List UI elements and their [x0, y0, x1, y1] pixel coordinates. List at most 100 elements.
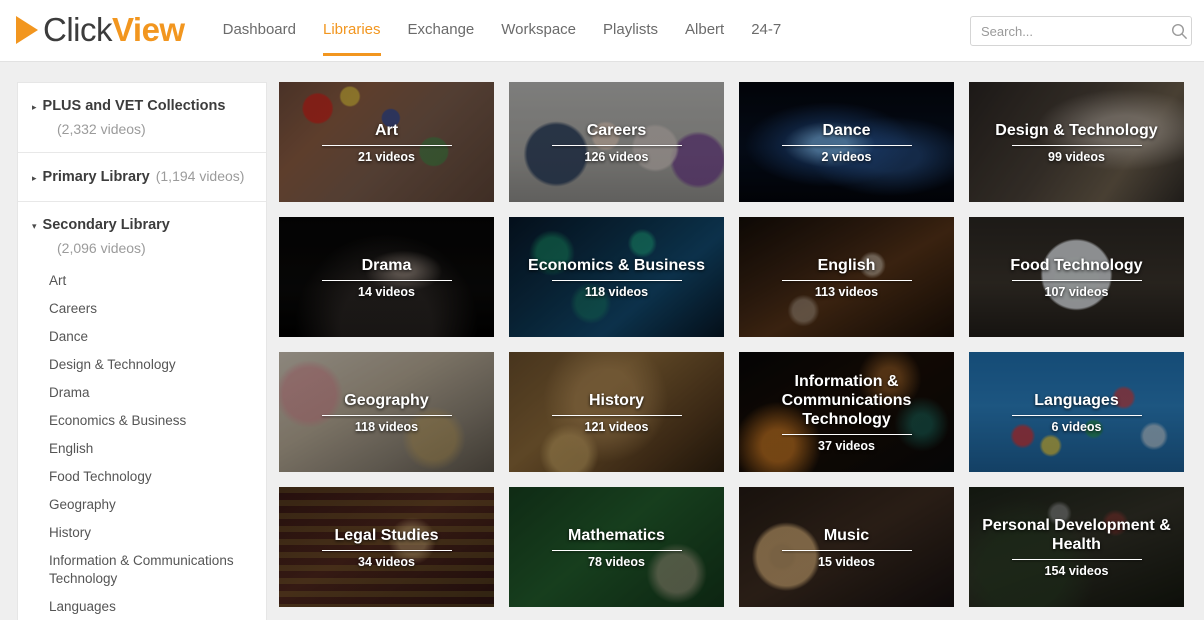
subject-tile-music[interactable]: Music 15 videos: [739, 487, 954, 607]
tile-video-count: 118 videos: [584, 284, 649, 299]
page-body: ▸ PLUS and VET Collections (2,332 videos…: [0, 62, 1204, 620]
tile-title: Economics & Business: [528, 256, 705, 274]
tile-video-count: 34 videos: [358, 554, 415, 569]
tile-title: Languages: [1034, 391, 1119, 409]
logo-text-click: Click: [43, 11, 113, 48]
sidebar-item-economics-and-business[interactable]: Economics & Business: [18, 407, 266, 435]
tile-title: Mathematics: [568, 526, 665, 544]
library-sidebar: ▸ PLUS and VET Collections (2,332 videos…: [17, 82, 267, 620]
tile-divider: [1011, 559, 1142, 560]
sidebar-group-plus-and-vet-collections: ▸ PLUS and VET Collections (2,332 videos…: [18, 83, 266, 153]
sidebar-group-secondary-library: ▾ Secondary Library (2,096 videos) Art C…: [18, 202, 266, 620]
nav-item-libraries[interactable]: Libraries: [323, 21, 381, 56]
nav-item-playlists[interactable]: Playlists: [603, 21, 658, 56]
subject-tile-dance[interactable]: Dance 2 videos: [739, 82, 954, 202]
tile-divider: [321, 414, 452, 416]
search-input[interactable]: [971, 17, 1167, 45]
search-box[interactable]: [970, 16, 1192, 46]
tile-divider: [321, 549, 452, 551]
subject-tile-english[interactable]: English 113 videos: [739, 217, 954, 337]
search-icon[interactable]: [1167, 17, 1191, 45]
sidebar-item-design-and-technology[interactable]: Design & Technology: [18, 351, 266, 379]
subject-tile-personal-development-and-health[interactable]: Personal Development & Health 154 videos: [969, 487, 1184, 607]
sidebar-group-title: PLUS and VET Collections: [42, 98, 226, 114]
tile-video-count: 154 videos: [1044, 564, 1109, 578]
tile-video-count: 37 videos: [818, 438, 875, 453]
tile-divider: [781, 549, 912, 551]
subject-tile-information-and-communications-technology[interactable]: Information & Communications Technology …: [739, 352, 954, 472]
tile-divider: [551, 144, 682, 146]
tile-video-count: 2 videos: [821, 149, 872, 164]
tile-video-count: 121 videos: [584, 419, 649, 434]
subject-tile-design-and-technology[interactable]: Design & Technology 99 videos: [969, 82, 1184, 202]
nav-item-albert[interactable]: Albert: [685, 21, 724, 56]
clickview-logo[interactable]: ClickView: [16, 8, 185, 52]
tile-title: Personal Development & Health: [982, 517, 1171, 553]
subject-tile-food-technology[interactable]: Food Technology 107 videos: [969, 217, 1184, 337]
tile-video-count: 107 videos: [1044, 284, 1109, 299]
sidebar-item-languages[interactable]: Languages: [18, 593, 266, 620]
sidebar-group-title: Secondary Library: [42, 217, 170, 233]
nav-item-dashboard[interactable]: Dashboard: [223, 21, 296, 56]
subject-tile-geography[interactable]: Geography 118 videos: [279, 352, 494, 472]
tile-title: Information & Communications Technology: [781, 372, 912, 428]
sidebar-group-header-plus-and-vet-collections[interactable]: ▸ PLUS and VET Collections (2,332 videos…: [18, 96, 266, 139]
subject-tile-art[interactable]: Art 21 videos: [279, 82, 494, 202]
subject-tile-drama[interactable]: Drama 14 videos: [279, 217, 494, 337]
sidebar-item-english[interactable]: English: [18, 435, 266, 463]
tile-video-count: 78 videos: [588, 554, 645, 569]
tile-video-count: 6 videos: [1051, 419, 1102, 434]
sidebar-group-title: Primary Library: [42, 169, 150, 185]
nav-item-exchange[interactable]: Exchange: [408, 21, 475, 56]
subject-tile-careers[interactable]: Careers 126 videos: [509, 82, 724, 202]
tile-title: Geography: [344, 391, 429, 409]
sidebar-subject-list: Art Careers Dance Design & Technology Dr…: [18, 267, 266, 620]
subject-tile-mathematics[interactable]: Mathematics 78 videos: [509, 487, 724, 607]
tile-divider: [321, 144, 452, 146]
nav-item-workspace[interactable]: Workspace: [501, 21, 576, 56]
tile-title: Music: [823, 526, 870, 544]
subject-tile-grid: Art 21 videos Careers 126 videos Dance 2…: [279, 82, 1184, 607]
sidebar-item-drama[interactable]: Drama: [18, 379, 266, 407]
tile-video-count: 126 videos: [584, 149, 649, 164]
tile-title: Legal Studies: [334, 526, 439, 544]
tile-title: Drama: [361, 256, 412, 274]
sidebar-group-count: (2,096 videos): [57, 240, 146, 256]
sidebar-item-food-technology[interactable]: Food Technology: [18, 463, 266, 491]
tile-title: English: [817, 256, 876, 274]
tile-video-count: 21 videos: [358, 149, 415, 164]
tile-video-count: 113 videos: [814, 284, 879, 299]
sidebar-item-history[interactable]: History: [18, 519, 266, 547]
subject-tile-legal-studies[interactable]: Legal Studies 34 videos: [279, 487, 494, 607]
tile-title: Dance: [822, 121, 871, 139]
tile-divider: [321, 279, 452, 281]
tile-divider: [1011, 279, 1142, 281]
sidebar-item-careers[interactable]: Careers: [18, 295, 266, 323]
chevron-right-icon: ▸: [32, 173, 37, 183]
sidebar-group-header-secondary-library[interactable]: ▾ Secondary Library (2,096 videos): [18, 215, 266, 258]
tile-title: Design & Technology: [995, 121, 1158, 139]
logo-wordmark: ClickView: [43, 13, 185, 47]
play-triangle-icon: [16, 16, 38, 44]
subject-tile-languages[interactable]: Languages 6 videos: [969, 352, 1184, 472]
tile-divider: [1011, 414, 1142, 416]
sidebar-item-information-and-communications-technology[interactable]: Information & Communications Technology: [18, 547, 266, 593]
tile-divider: [551, 279, 682, 281]
subject-tile-history[interactable]: History 121 videos: [509, 352, 724, 472]
sidebar-group-primary-library: ▸ Primary Library (1,194 videos): [18, 153, 266, 202]
tile-title: Food Technology: [1010, 256, 1143, 274]
sidebar-group-header-primary-library[interactable]: ▸ Primary Library (1,194 videos): [18, 166, 266, 188]
tile-video-count: 15 videos: [818, 554, 875, 569]
main-navigation: Dashboard Libraries Exchange Workspace P…: [223, 0, 809, 62]
tile-title: History: [588, 391, 645, 409]
sidebar-item-geography[interactable]: Geography: [18, 491, 266, 519]
sidebar-item-art[interactable]: Art: [18, 267, 266, 295]
subject-tile-economics-and-business[interactable]: Economics & Business 118 videos: [509, 217, 724, 337]
nav-item-24-7[interactable]: 24-7: [751, 21, 781, 56]
tile-divider: [781, 279, 912, 281]
sidebar-item-dance[interactable]: Dance: [18, 323, 266, 351]
tile-divider: [551, 414, 682, 416]
tile-video-count: 14 videos: [358, 284, 415, 299]
tile-divider: [551, 549, 682, 551]
tile-divider: [781, 433, 912, 435]
